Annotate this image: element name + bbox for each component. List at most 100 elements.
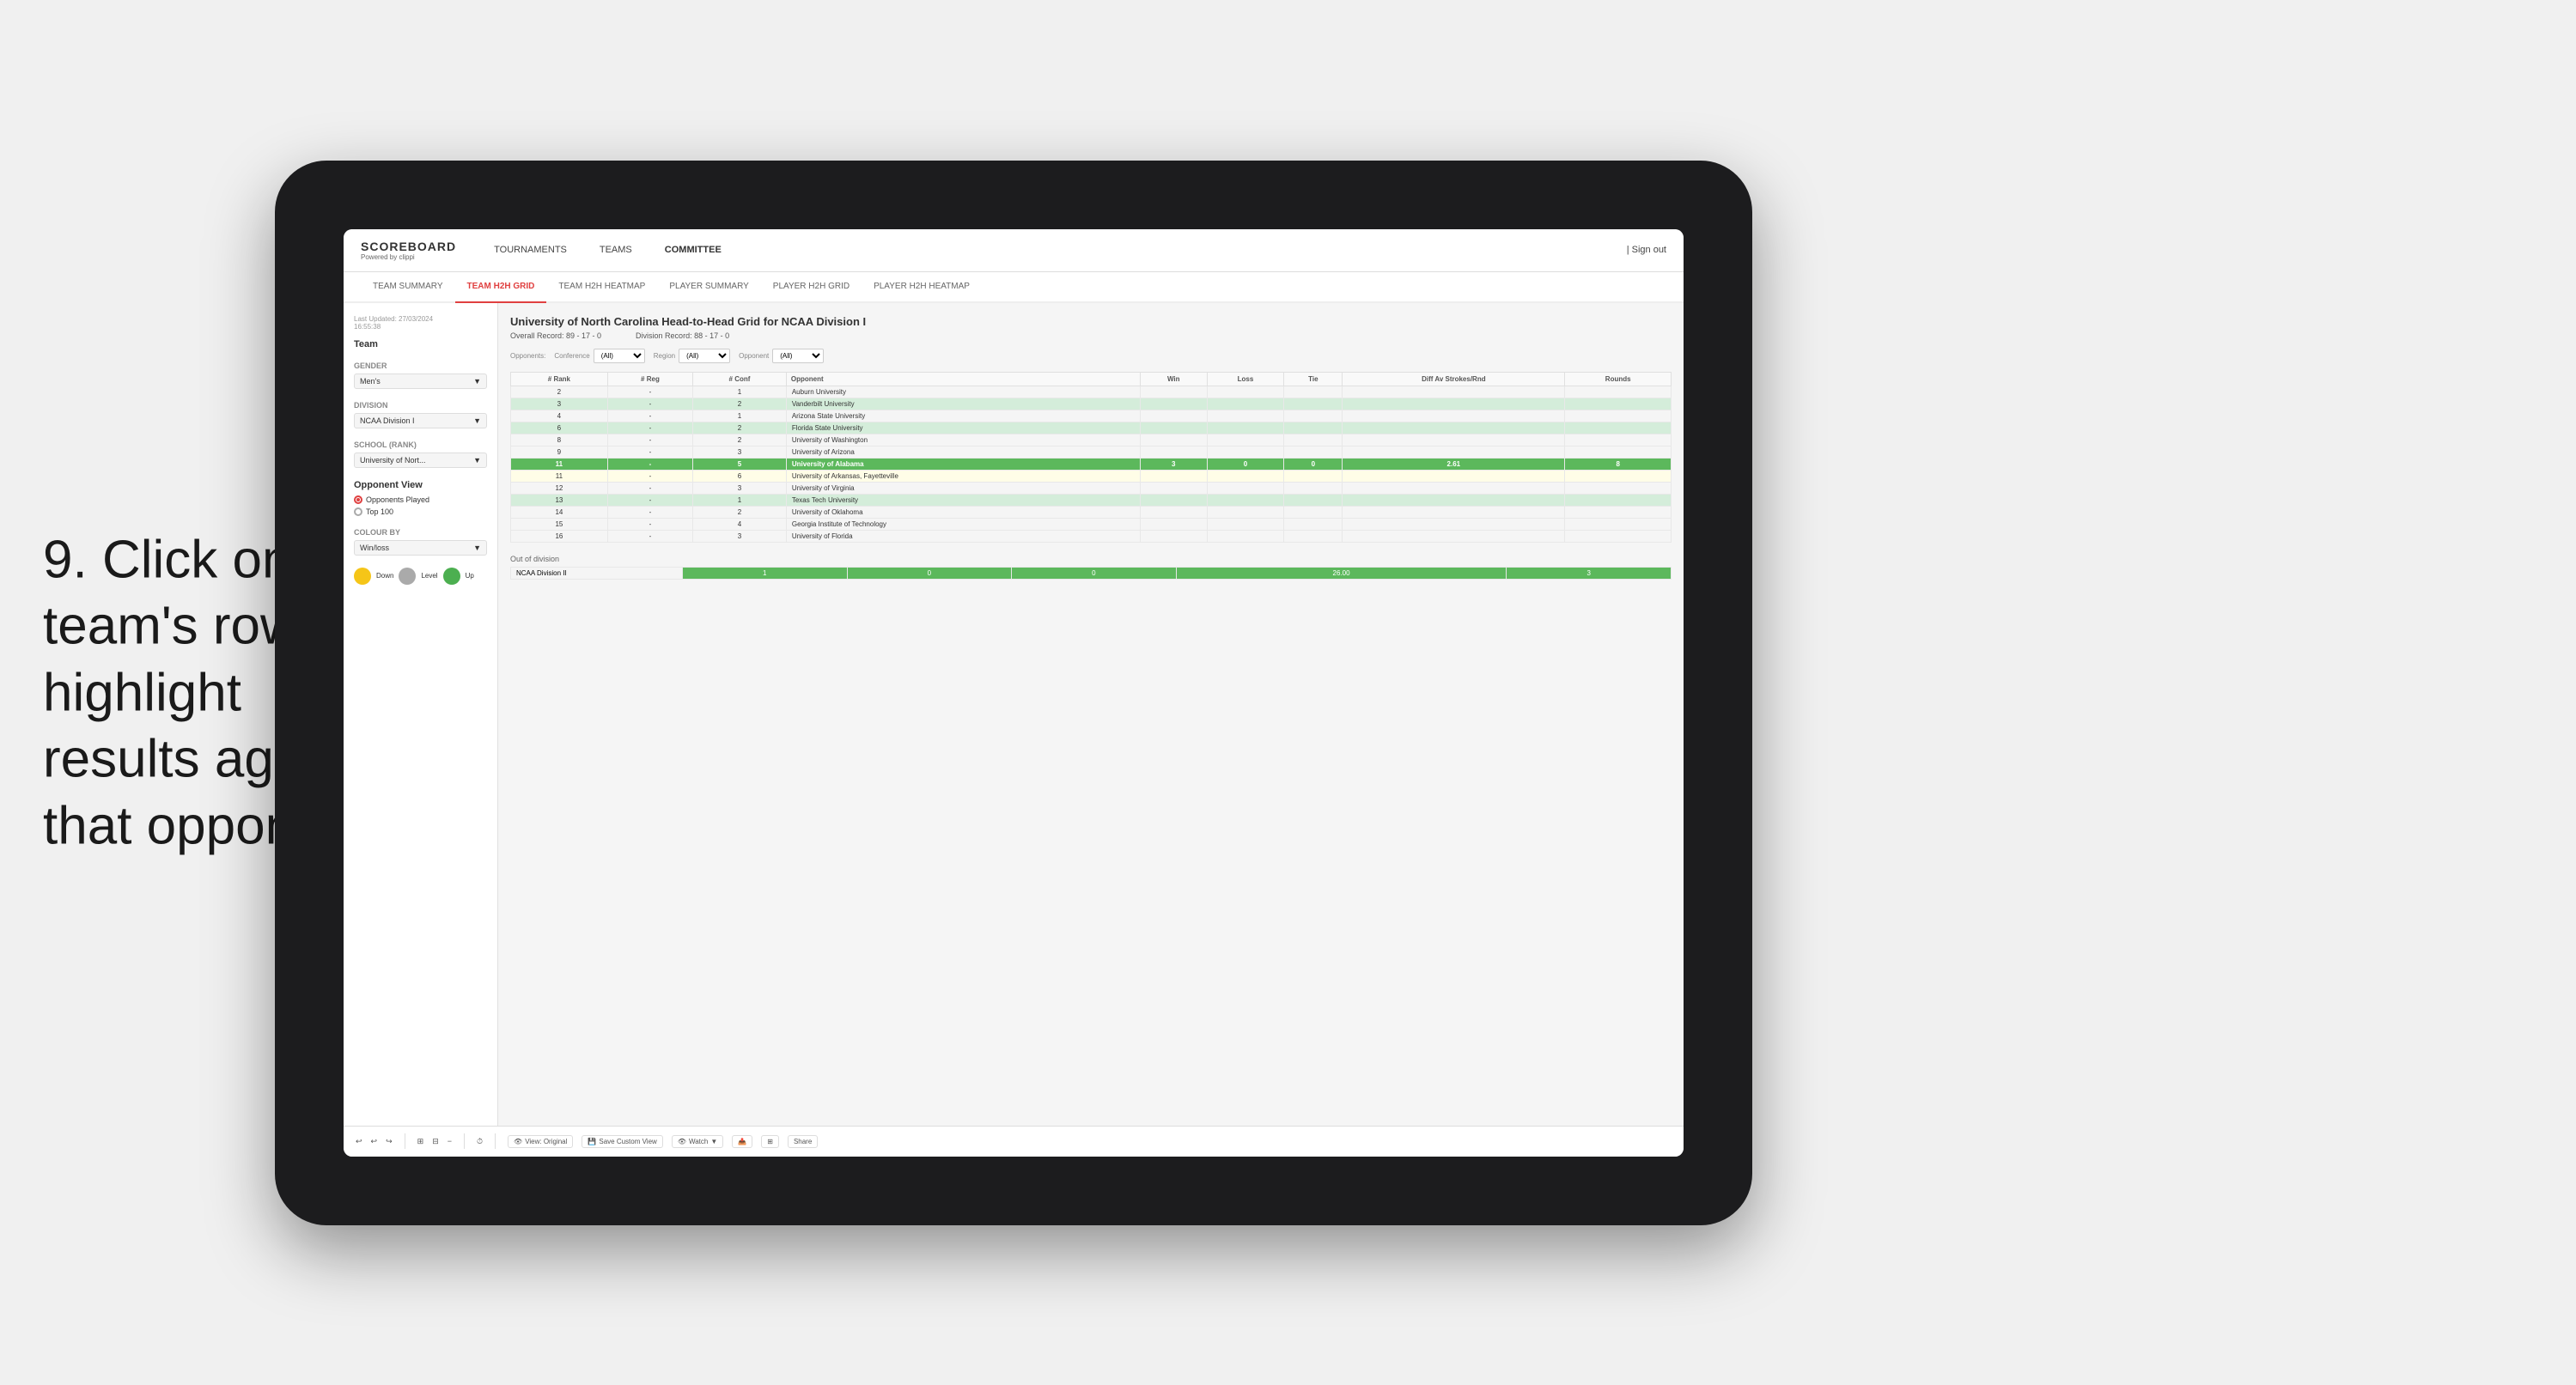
share-icon-btn[interactable]: 📤	[732, 1135, 752, 1148]
table-row[interactable]: 8-2University of Washington	[511, 434, 1672, 446]
table-row[interactable]: 13-1Texas Tech University	[511, 494, 1672, 506]
out-of-division-table: NCAA Division II 1 0 0 26.00 3	[510, 567, 1672, 580]
subnav-player-h2h-heatmap[interactable]: PLAYER H2H HEATMAP	[862, 272, 982, 303]
overall-record: Overall Record: 89 - 17 - 0	[510, 331, 601, 340]
radio-dot-unselected	[354, 507, 362, 516]
table-row[interactable]: 12-3University of Virginia	[511, 482, 1672, 494]
left-panel: Last Updated: 27/03/2024 16:55:38 Team G…	[344, 303, 498, 1126]
table-row[interactable]: 4-1Arizona State University	[511, 410, 1672, 422]
legend: Down Level Up	[354, 568, 487, 585]
sep3	[495, 1133, 496, 1149]
subnav-team-h2h-grid[interactable]: TEAM H2H GRID	[455, 272, 547, 303]
grid-title: University of North Carolina Head-to-Hea…	[510, 315, 1672, 328]
view-original-btn[interactable]: 👁 View: Original	[508, 1135, 573, 1148]
table-row[interactable]: 15-4Georgia Institute of Technology	[511, 518, 1672, 530]
team-heading: Team	[354, 339, 487, 349]
division-value[interactable]: NCAA Division I ▼	[354, 413, 487, 428]
subnav-team-h2h-heatmap[interactable]: TEAM H2H HEATMAP	[546, 272, 657, 303]
grid-header: University of North Carolina Head-to-Hea…	[510, 315, 1672, 363]
redo-icon[interactable]: ↩	[371, 1137, 378, 1146]
conference-filter: Conference (All)	[554, 349, 644, 363]
table-row[interactable]: 16-3University of Florida	[511, 530, 1672, 542]
nav-sign-out[interactable]: | Sign out	[1627, 245, 1666, 255]
gender-section: Gender Men's ▼	[354, 361, 487, 389]
table-row[interactable]: 11-5University of Alabama3002.618	[511, 458, 1672, 470]
col-conf: # Conf	[693, 372, 787, 386]
out-of-division: Out of division NCAA Division II 1 0 0 2…	[510, 555, 1672, 580]
school-value[interactable]: University of Nort... ▼	[354, 453, 487, 468]
table-row[interactable]: 9-3University of Arizona	[511, 446, 1672, 458]
split-icon: ⊟	[432, 1137, 439, 1146]
sep2	[464, 1133, 465, 1149]
out-loss: 0	[847, 567, 1012, 579]
legend-up	[443, 568, 460, 585]
record-row: Overall Record: 89 - 17 - 0 Division Rec…	[510, 331, 1672, 340]
grid-view-btn[interactable]: ⊞	[761, 1135, 779, 1148]
opponent-radio-group: Opponents Played Top 100	[354, 495, 487, 516]
out-diff: 26.00	[1176, 567, 1507, 579]
nav-links: TOURNAMENTS TEAMS COMMITTEE	[490, 245, 1601, 255]
table-row[interactable]: 11-6University of Arkansas, Fayetteville	[511, 470, 1672, 482]
instruction-number: 9.	[43, 530, 88, 589]
nav-tournaments[interactable]: TOURNAMENTS	[490, 245, 570, 255]
back-icon[interactable]: ↪	[386, 1137, 393, 1146]
team-section: Team	[354, 339, 487, 349]
col-tie: Tie	[1284, 372, 1343, 386]
opponent-filter: Opponent (All)	[739, 349, 824, 363]
col-reg: # Reg	[607, 372, 692, 386]
legend-down	[354, 568, 371, 585]
out-rounds: 3	[1507, 567, 1672, 579]
table-row[interactable]: 3-2Vanderbilt University	[511, 398, 1672, 410]
table-row[interactable]: 14-2University of Oklahoma	[511, 506, 1672, 518]
logo-sub: Powered by clippi	[361, 253, 456, 261]
legend-level	[399, 568, 416, 585]
out-of-division-label: Out of division	[510, 555, 1672, 563]
out-tie: 0	[1012, 567, 1177, 579]
col-loss: Loss	[1207, 372, 1284, 386]
col-win: Win	[1140, 372, 1207, 386]
grid-icon: ⊞	[417, 1137, 424, 1146]
subnav-player-h2h-grid[interactable]: PLAYER H2H GRID	[761, 272, 862, 303]
division-record: Division Record: 88 - 17 - 0	[636, 331, 729, 340]
opponent-select[interactable]: (All)	[772, 349, 824, 363]
subnav-team-summary[interactable]: TEAM SUMMARY	[361, 272, 455, 303]
colour-by-label: Colour by	[354, 528, 487, 537]
opponent-view-heading: Opponent View	[354, 480, 487, 490]
opponents-label: Opponents:	[510, 352, 545, 360]
logo-title: SCOREBOARD	[361, 240, 456, 253]
watch-icon: 👁	[678, 1138, 686, 1145]
save-custom-view-btn[interactable]: 💾 Save Custom View	[582, 1135, 662, 1148]
share-btn[interactable]: Share	[788, 1135, 818, 1148]
radio-top100[interactable]: Top 100	[354, 507, 487, 516]
subnav-player-summary[interactable]: PLAYER SUMMARY	[657, 272, 760, 303]
nav-committee[interactable]: COMMITTEE	[661, 245, 725, 255]
gender-value[interactable]: Men's ▼	[354, 374, 487, 389]
table-row[interactable]: 2-1Auburn University	[511, 386, 1672, 398]
undo-icon[interactable]: ↩	[356, 1137, 362, 1146]
tablet-device: SCOREBOARD Powered by clippi TOURNAMENTS…	[275, 161, 1752, 1225]
division-label: Division	[354, 401, 487, 410]
conference-select[interactable]: (All)	[594, 349, 645, 363]
clock-icon: ⏱	[477, 1137, 483, 1146]
region-select[interactable]: (All)	[679, 349, 730, 363]
nav-teams[interactable]: TEAMS	[596, 245, 636, 255]
watch-btn[interactable]: 👁 Watch ▼	[672, 1135, 723, 1148]
col-rounds: Rounds	[1565, 372, 1672, 386]
radio-dot-selected	[354, 495, 362, 504]
opponent-view-section: Opponent View Opponents Played Top 100	[354, 480, 487, 516]
last-updated: Last Updated: 27/03/2024 16:55:38	[354, 315, 487, 331]
radio-opponents-played[interactable]: Opponents Played	[354, 495, 487, 504]
colour-by-value[interactable]: Win/loss ▼	[354, 540, 487, 556]
col-diff: Diff Av Strokes/Rnd	[1343, 372, 1565, 386]
division-section: Division NCAA Division I ▼	[354, 401, 487, 428]
gender-label: Gender	[354, 361, 487, 370]
table-row[interactable]: 6-2Florida State University	[511, 422, 1672, 434]
col-rank: # Rank	[511, 372, 608, 386]
out-win: 1	[683, 567, 848, 579]
school-section: School (Rank) University of Nort... ▼	[354, 440, 487, 468]
main-content: Last Updated: 27/03/2024 16:55:38 Team G…	[344, 303, 1684, 1126]
bottom-toolbar: ↩ ↩ ↪ ⊞ ⊟ − ⏱ 👁 View: Original 💾 Save Cu…	[344, 1126, 1684, 1157]
sub-nav: TEAM SUMMARY TEAM H2H GRID TEAM H2H HEAT…	[344, 272, 1684, 303]
view-icon: 👁	[514, 1138, 522, 1145]
out-division-row[interactable]: NCAA Division II 1 0 0 26.00 3	[511, 567, 1672, 579]
